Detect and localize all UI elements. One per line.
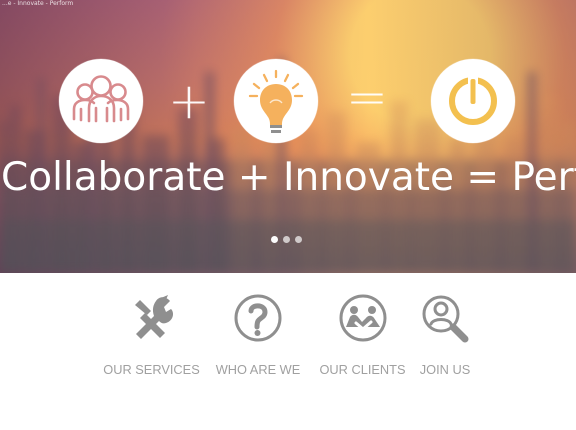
- nav-who-are-we[interactable]: WHO ARE WE: [209, 293, 307, 377]
- hero-banner: ...e - Innovate - Perform + = Collaborat…: [0, 0, 576, 273]
- plus-operator: +: [168, 72, 210, 130]
- people-icon: [72, 75, 130, 123]
- nav-join-us-label: JOIN US: [419, 362, 471, 377]
- carousel-dot-3[interactable]: [295, 235, 302, 243]
- nav-who-are-we-label: WHO ARE WE: [215, 362, 301, 377]
- lightbulb-icon: [248, 69, 304, 133]
- carousel-pagination: [271, 235, 307, 243]
- magnifier-user-icon: [422, 295, 469, 343]
- primary-icon-navigation: OUR SERVICES WHO ARE WE OUR CLIENTS JOIN…: [0, 273, 576, 430]
- nav-our-services-label: OUR SERVICES: [103, 362, 200, 377]
- power-icon: [449, 76, 497, 125]
- carousel-dot-1[interactable]: [271, 235, 278, 243]
- perform-circle: [431, 59, 515, 143]
- innovate-circle: [234, 59, 318, 143]
- carousel-dot-2[interactable]: [283, 235, 290, 243]
- tools-icon: [134, 295, 173, 339]
- nav-our-clients[interactable]: OUR CLIENTS: [315, 293, 410, 377]
- handshake-icon: [339, 294, 386, 342]
- nav-join-us[interactable]: JOIN US: [414, 293, 476, 377]
- nav-our-services[interactable]: OUR SERVICES: [100, 293, 203, 377]
- hero-tagline: Collaborate + Innovate = Perform: [1, 155, 576, 200]
- nav-our-clients-label: OUR CLIENTS: [319, 362, 406, 377]
- question-circle-icon: [234, 294, 282, 342]
- collaborate-circle: [59, 59, 143, 143]
- equation-icons: + =: [0, 0, 576, 273]
- equals-operator: =: [346, 68, 388, 126]
- homepage: ...e - Innovate - Perform + = Collaborat…: [0, 0, 576, 430]
